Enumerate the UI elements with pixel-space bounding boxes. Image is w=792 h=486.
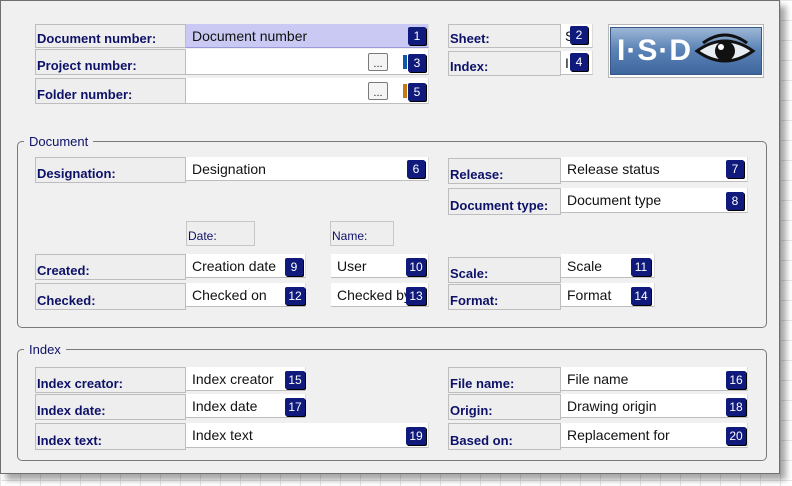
index-value: I: [565, 54, 569, 71]
checked-by-value: Checked by: [337, 286, 411, 303]
checked-label-text: Checked:: [37, 293, 96, 308]
index-group-title: Index: [29, 342, 61, 357]
field-badge-1: 1: [408, 27, 426, 45]
origin-field[interactable]: Drawing origin: [561, 394, 748, 418]
release-label-text: Release:: [450, 167, 504, 182]
field-badge-5: 5: [408, 83, 426, 101]
document-number-label-text: Document number:: [37, 31, 157, 46]
format-label: Format:: [448, 284, 561, 310]
field-badge-9: 9: [285, 258, 303, 276]
document-type-label-text: Document type:: [450, 198, 549, 213]
scale-label: Scale:: [448, 257, 561, 283]
field-badge-18: 18: [726, 398, 746, 416]
project-number-marker: [403, 55, 407, 69]
company-logo: I·S·D: [608, 24, 764, 78]
eye-icon: [694, 33, 756, 63]
created-date-value: Creation date: [192, 257, 277, 274]
folder-number-field[interactable]: [186, 78, 429, 104]
designation-label-text: Designation:: [37, 166, 116, 181]
designation-label: Designation:: [35, 157, 186, 183]
index-label-text: Index:: [450, 59, 489, 74]
created-label: Created:: [35, 254, 186, 280]
created-label-text: Created:: [37, 263, 90, 278]
project-number-field[interactable]: [186, 49, 429, 75]
field-badge-3: 3: [408, 54, 426, 72]
index-text-field[interactable]: Index text: [186, 423, 429, 448]
document-type-field[interactable]: Document type: [561, 188, 748, 213]
field-badge-19: 19: [406, 427, 426, 445]
project-number-browse-button[interactable]: ...: [368, 53, 388, 71]
designation-field[interactable]: Designation: [186, 157, 429, 181]
based-on-label-text: Based on:: [450, 433, 513, 448]
field-badge-2: 2: [570, 26, 588, 44]
designation-value: Designation: [192, 160, 266, 177]
release-value: Release status: [567, 161, 660, 177]
document-number-value: Document number: [192, 27, 308, 44]
folder-number-browse-button[interactable]: ...: [368, 82, 388, 100]
field-badge-6: 6: [407, 160, 425, 178]
file-name-value: File name: [567, 370, 629, 387]
document-type-value: Document type: [567, 192, 662, 208]
based-on-field[interactable]: Replacement for: [561, 423, 748, 448]
document-type-label: Document type:: [448, 188, 561, 215]
field-badge-20: 20: [726, 427, 746, 445]
index-text-value: Index text: [192, 427, 253, 443]
index-date-label: Index date:: [35, 394, 186, 420]
release-label: Release:: [448, 158, 561, 184]
file-name-label: File name:: [448, 367, 561, 393]
release-field[interactable]: Release status: [561, 157, 748, 182]
field-badge-8: 8: [726, 192, 744, 210]
project-number-label-text: Project number:: [37, 58, 137, 73]
format-value: Format: [567, 286, 612, 303]
origin-label: Origin:: [448, 394, 561, 420]
document-number-label: Document number:: [35, 24, 186, 48]
file-name-field[interactable]: File name: [561, 367, 748, 391]
date-column-header: Date:: [186, 221, 255, 246]
field-badge-11: 11: [631, 258, 651, 276]
folder-number-label-text: Folder number:: [37, 87, 133, 102]
document-number-field[interactable]: Document number: [186, 24, 429, 48]
based-on-value: Replacement for: [567, 427, 670, 443]
scale-value: Scale: [567, 257, 603, 274]
index-date-label-text: Index date:: [37, 403, 106, 418]
file-name-label-text: File name:: [450, 376, 515, 391]
name-column-header: Name:: [330, 221, 394, 246]
field-badge-14: 14: [631, 287, 651, 305]
field-badge-10: 10: [406, 258, 426, 276]
based-on-label: Based on:: [448, 423, 561, 450]
sheet-label: Sheet:: [448, 24, 561, 48]
field-badge-7: 7: [726, 160, 744, 178]
logo-text: I·S·D: [617, 34, 692, 67]
folder-number-label: Folder number:: [35, 78, 186, 104]
folder-number-marker: [403, 84, 407, 98]
field-badge-12: 12: [285, 287, 305, 305]
field-badge-15: 15: [285, 371, 305, 389]
project-number-label: Project number:: [35, 49, 186, 75]
origin-value: Drawing origin: [567, 397, 657, 414]
index-text-label: Index text:: [35, 423, 186, 450]
field-badge-4: 4: [570, 53, 588, 71]
index-label: Index:: [448, 51, 561, 76]
field-badge-17: 17: [285, 398, 305, 416]
origin-label-text: Origin:: [450, 403, 493, 418]
format-label-text: Format:: [450, 293, 499, 308]
date-header-text: Date:: [188, 229, 217, 243]
field-badge-16: 16: [726, 371, 746, 389]
logo-banner: I·S·D: [610, 27, 762, 75]
index-text-label-text: Index text:: [37, 433, 103, 448]
document-group-title: Document: [29, 134, 89, 149]
sheet-label-text: Sheet:: [450, 31, 490, 46]
index-creator-value: Index creator: [192, 370, 274, 387]
created-user-value: User: [337, 257, 367, 274]
field-badge-13: 13: [406, 287, 426, 305]
index-creator-label: Index creator:: [35, 367, 186, 393]
index-date-value: Index date: [192, 397, 258, 414]
title-block-panel: Document number: Document number 1 Proje…: [0, 0, 780, 474]
checked-label: Checked:: [35, 283, 186, 310]
checked-date-value: Checked on: [192, 286, 267, 303]
scale-label-text: Scale:: [450, 266, 489, 281]
name-header-text: Name:: [332, 229, 368, 243]
index-creator-label-text: Index creator:: [37, 376, 123, 391]
